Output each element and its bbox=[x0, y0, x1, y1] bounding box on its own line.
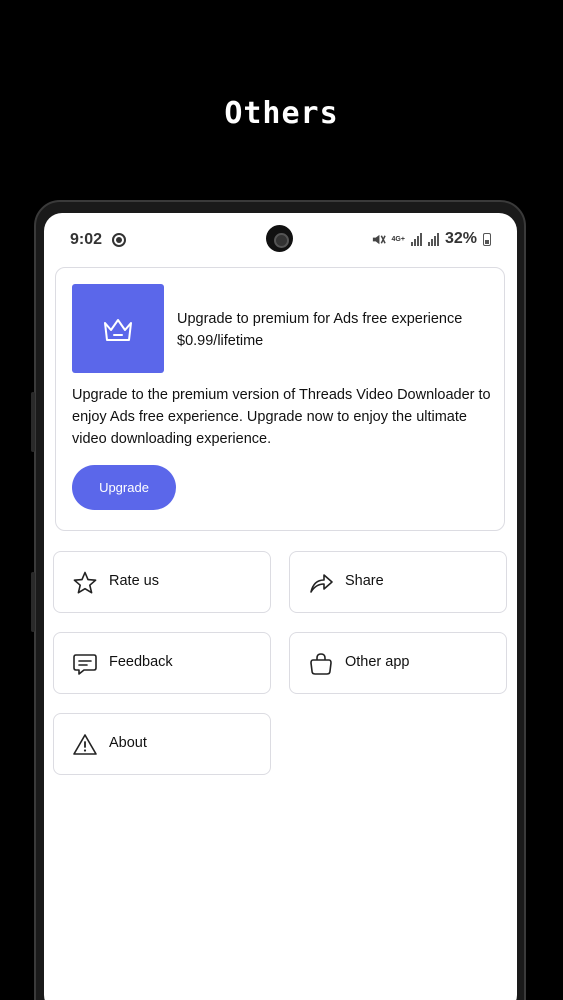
feedback-icon bbox=[73, 654, 97, 675]
premium-price: $0.99/lifetime bbox=[177, 333, 264, 349]
rate-us-button[interactable]: Rate us bbox=[53, 551, 271, 613]
sync-icon bbox=[112, 233, 126, 247]
option-label: Other app bbox=[345, 654, 410, 670]
signal-icon bbox=[410, 232, 422, 246]
promo-heading: Others bbox=[224, 96, 339, 131]
about-button[interactable]: About bbox=[53, 713, 271, 775]
option-label: Share bbox=[345, 573, 384, 589]
crown-icon bbox=[104, 318, 132, 341]
premium-description: Upgrade to the premium version of Thread… bbox=[72, 387, 491, 447]
option-label: Rate us bbox=[109, 573, 159, 589]
battery-icon bbox=[483, 232, 491, 246]
network-type: 4G+ bbox=[391, 235, 405, 243]
other-app-button[interactable]: Other app bbox=[289, 632, 507, 694]
option-label: About bbox=[109, 735, 147, 751]
signal-icon bbox=[427, 232, 439, 246]
upgrade-button[interactable]: Upgrade bbox=[72, 465, 176, 510]
premium-title-block: Upgrade to premium for Ads free experien… bbox=[177, 308, 497, 352]
status-bar: 9:02 4G+ 32% bbox=[44, 213, 517, 269]
option-label: Feedback bbox=[109, 654, 173, 670]
battery-level: 32% bbox=[444, 230, 477, 247]
status-icons: 4G+ 32% bbox=[371, 230, 491, 248]
front-camera bbox=[266, 225, 293, 252]
mute-icon bbox=[372, 234, 386, 244]
premium-badge bbox=[72, 284, 164, 373]
phone-side-button bbox=[31, 392, 35, 452]
phone-side-button bbox=[31, 572, 35, 632]
phone-screen: 9:02 4G+ 32% Upgrade to premium for Ads … bbox=[44, 213, 517, 1000]
star-icon bbox=[73, 571, 97, 594]
warning-icon bbox=[73, 734, 97, 755]
status-time: 9:02 bbox=[70, 231, 103, 248]
share-button[interactable]: Share bbox=[289, 551, 507, 613]
feedback-button[interactable]: Feedback bbox=[53, 632, 271, 694]
share-icon bbox=[310, 574, 333, 593]
premium-card: Upgrade to premium for Ads free experien… bbox=[55, 267, 505, 531]
premium-title: Upgrade to premium for Ads free experien… bbox=[177, 311, 463, 327]
shopping-bag-icon bbox=[310, 653, 332, 675]
